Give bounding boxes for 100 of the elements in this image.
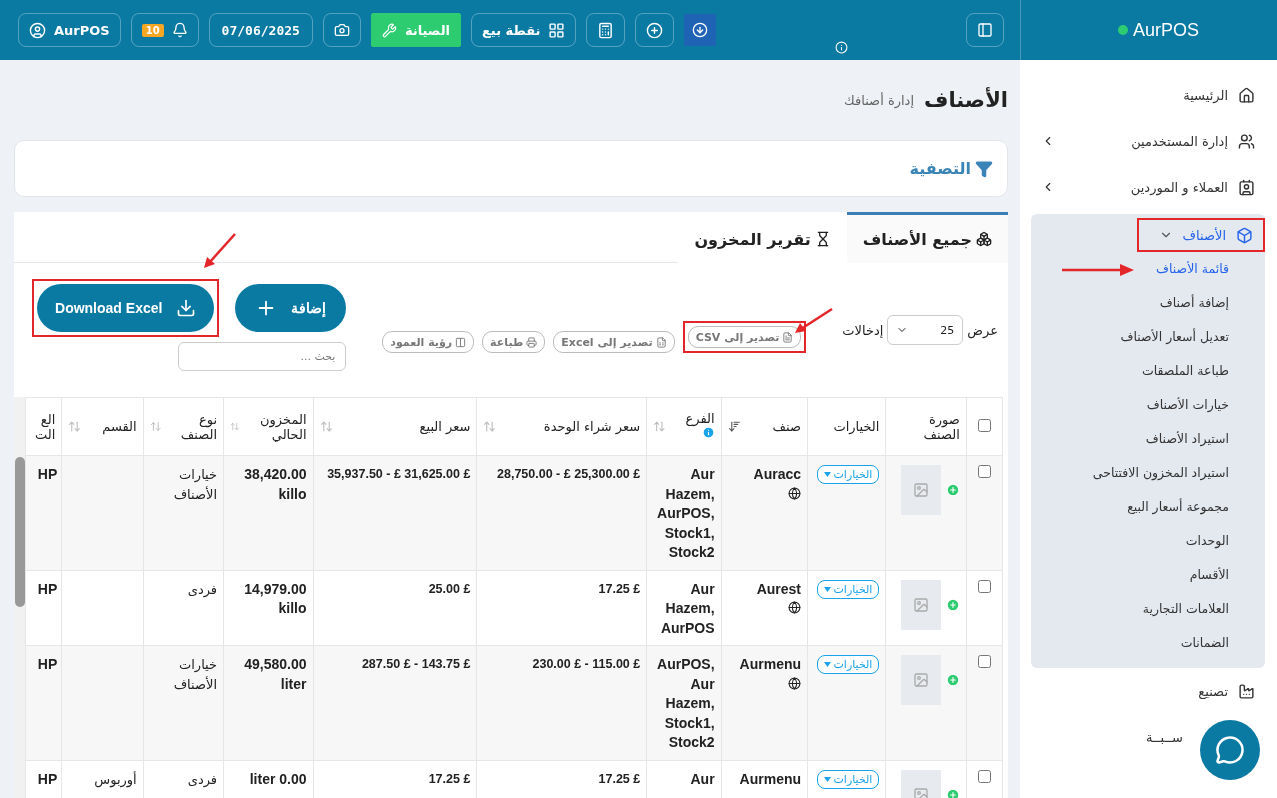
expand-icon[interactable] [945, 673, 960, 687]
sidebar-item[interactable]: تصنيع [1031, 668, 1265, 714]
column-header[interactable]: الخيارات [807, 397, 886, 456]
tab[interactable]: جميع الأصناف [846, 212, 1008, 263]
page-subtitle: إدارة أصنافك [844, 92, 914, 108]
stock-cell-text: 38,420.00 killo [243, 465, 307, 504]
column-header[interactable]: نوع الصنف [143, 397, 224, 456]
filter-panel[interactable]: التصفية [14, 140, 1008, 197]
stock-cell-text: 14,979.00 killo [243, 579, 307, 618]
branch-cell-text: AurPOS, Aur Hazem, Stock1, Stock2 [656, 655, 715, 752]
camera-button[interactable] [322, 13, 361, 47]
export-button[interactable]: تصدير إلى Excel [553, 331, 675, 353]
calculator-button[interactable] [586, 13, 626, 47]
stock-cell-text: liter 0.00 [248, 769, 307, 789]
sidebar-item[interactable]: الأصناف [1137, 218, 1265, 252]
submenu-item[interactable]: استيراد المخزون الافتتاحى [1031, 456, 1265, 490]
export-button[interactable]: طباعة [482, 331, 546, 353]
column-header[interactable]: صنف [721, 397, 808, 456]
row-checkbox[interactable] [977, 465, 991, 478]
submenu-item[interactable]: تعديل أسعار الأصناف [1031, 320, 1265, 354]
calculator-icon [597, 21, 615, 39]
type-cell-text: خيارات الأصناف [172, 656, 218, 694]
type-cell-text: فردى [186, 580, 218, 600]
user-button[interactable]: AurPOS [18, 13, 121, 47]
branch-cell-text: Aur Hazem, AurPOS, Stock1, Stock2 [656, 465, 715, 562]
users-icon [1238, 132, 1255, 150]
submenu-item[interactable]: طباعة الملصقات [1031, 354, 1265, 388]
filter-icon [975, 159, 993, 178]
select-all-checkbox[interactable] [977, 418, 991, 432]
sidebar-item[interactable]: العملاء و الموردين [1031, 164, 1265, 210]
download-icon [176, 298, 197, 318]
submenu-item[interactable]: الأقسام [1031, 558, 1265, 592]
row-checkbox[interactable] [977, 579, 991, 593]
category-cell-text: أوربوس [93, 770, 137, 790]
expand-icon[interactable] [945, 483, 960, 497]
download-button[interactable] [684, 14, 717, 46]
product-name: Aurmenu [738, 655, 802, 674]
image-icon [912, 482, 929, 498]
submenu-item[interactable]: إضافة أصناف [1031, 286, 1265, 320]
contact-card-icon [1238, 178, 1255, 196]
sidebar-item[interactable]: ســبــة [1031, 714, 1265, 760]
column-header[interactable]: القسم [61, 397, 144, 456]
column-header[interactable]: صورة الصنف [885, 397, 967, 456]
length-label: إدخالات [842, 322, 884, 338]
submenu-item[interactable]: الضمانات [1031, 626, 1265, 660]
export-button[interactable]: رؤية العمود [382, 331, 475, 353]
add-button[interactable]: إضافة [235, 284, 347, 332]
expand-icon[interactable] [945, 787, 960, 798]
grid-icon [548, 21, 566, 39]
date-button[interactable]: 07/06/2025 [208, 13, 313, 47]
row-checkbox[interactable] [977, 655, 991, 668]
table-cell-text: HP [36, 579, 58, 599]
notification-count: 10 [141, 23, 164, 37]
length-label: عرض [967, 322, 998, 338]
caret-icon [823, 662, 831, 667]
columns-icon [455, 336, 467, 348]
submenu-item[interactable]: قائمة الأصناف [1031, 252, 1265, 286]
submenu-item[interactable]: مجموعة أسعار البيع [1031, 490, 1265, 524]
annotation-arrow [1062, 264, 1134, 276]
info-icon [701, 426, 715, 439]
page-size-select[interactable]: 25 [887, 315, 964, 345]
info-icon [834, 41, 848, 54]
page-title: الأصناف [924, 88, 1008, 112]
annotation-arrow [203, 233, 236, 269]
brand-logo: AurPOS [1117, 19, 1199, 41]
image-icon [912, 786, 929, 798]
submenu-item[interactable]: الوحدات [1031, 524, 1265, 558]
sidebar-toggle-button[interactable] [966, 13, 1004, 47]
image-icon [912, 672, 929, 688]
table-cell-text: HP [36, 769, 58, 789]
user-icon [29, 21, 46, 39]
expand-icon[interactable] [945, 597, 960, 612]
table-cell-text: HP [36, 655, 58, 674]
product-name: Auracc [752, 465, 802, 484]
sidebar-item[interactable]: الرئيسية [1031, 72, 1265, 118]
row-checkbox[interactable] [977, 769, 991, 783]
scrollbar-thumb[interactable] [14, 457, 25, 607]
submenu-item[interactable]: خيارات الأصناف [1031, 388, 1265, 422]
image-icon [912, 596, 929, 613]
caret-icon [823, 472, 831, 477]
panel-icon [977, 22, 993, 38]
add-button[interactable] [635, 13, 675, 47]
column-header[interactable]: الفرع [646, 397, 722, 456]
search-field[interactable]: بحث ... [178, 342, 347, 371]
submenu-item[interactable]: استيراد الأصناف [1031, 422, 1265, 456]
column-header[interactable]: سعر البيع [313, 397, 477, 456]
download-excel-button[interactable]: Download Excel [37, 284, 215, 332]
price-cell-text: 17.25 £ [597, 580, 641, 598]
column-header[interactable]: سعر شراء الوحدة [476, 397, 647, 456]
download-icon [692, 22, 709, 38]
camera-icon [333, 22, 350, 38]
pos-button[interactable]: نقطة بيع [471, 13, 577, 47]
sidebar-item[interactable]: إدارة المستخدمين [1031, 118, 1265, 164]
column-header[interactable]: المخزون الحالي [223, 397, 314, 456]
caret-icon [823, 776, 831, 782]
price-cell-text: 25.00 £ [427, 580, 471, 598]
export-button[interactable]: تصدير إلى CSV [687, 326, 802, 348]
submenu-item[interactable]: العلامات التجارية [1031, 592, 1265, 626]
product-name: Aurmenu [738, 769, 802, 789]
sort-icon[interactable] [727, 420, 741, 433]
